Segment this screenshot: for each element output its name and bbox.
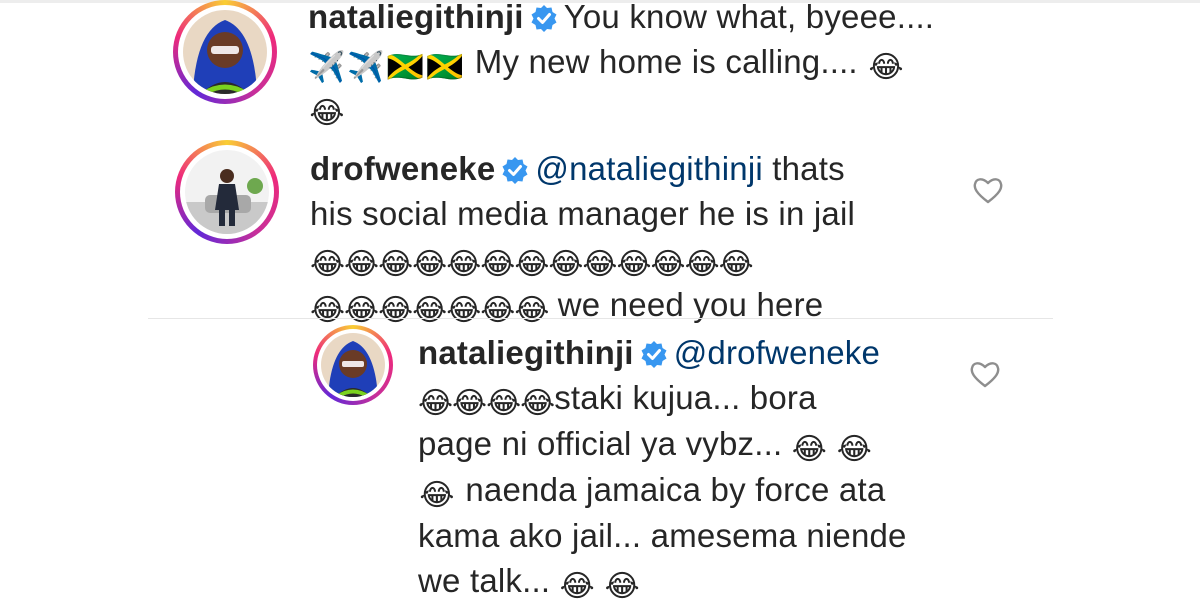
heart-icon[interactable] <box>970 360 1000 388</box>
avatar[interactable] <box>173 0 277 104</box>
comment-line: kama ako jail... amesema niende <box>418 517 907 554</box>
verified-badge-icon <box>641 341 667 368</box>
comment-line: naenda jamaica by force ata <box>465 471 886 508</box>
username[interactable]: nataliegithinji <box>308 0 524 35</box>
comment-line: You know what, byeee.... <box>563 0 935 35</box>
emoji-group: 😂 😂 <box>559 569 640 604</box>
comment-text: drofweneke @nataliegithinji thats his soc… <box>310 146 970 328</box>
reply-divider <box>148 318 1053 319</box>
emoji-group: 😂😂😂😂😂😂😂 <box>310 293 549 328</box>
comment-line: My new home is calling.... <box>474 43 858 80</box>
username[interactable]: nataliegithinji <box>418 334 634 371</box>
comment-line: staki kujua... bora <box>554 379 817 416</box>
comment-line: thats <box>772 150 845 187</box>
verified-badge-icon <box>502 157 528 184</box>
emoji-group: 😂😂😂😂😂😂😂😂😂😂😂😂😂 <box>310 247 754 282</box>
emoji-group: 😂 😂 <box>791 432 872 467</box>
emoji-group: 😂 <box>419 478 455 513</box>
emoji-group: ✈️✈️🇯🇲🇯🇲 <box>308 50 466 85</box>
comment-line: his social media manager he is in jail <box>310 195 856 232</box>
comment-text: nataliegithinji @drofweneke 😂😂😂😂staki kuj… <box>418 330 958 604</box>
username[interactable]: drofweneke <box>310 150 495 187</box>
heart-icon[interactable] <box>973 176 1003 204</box>
verified-badge-icon <box>531 5 557 32</box>
mention-link[interactable]: @drofweneke <box>674 334 880 371</box>
comment-text: nataliegithinji You know what, byeee.... … <box>308 0 968 131</box>
mention-link[interactable]: @nataliegithinji <box>535 150 763 187</box>
avatar[interactable] <box>313 325 393 405</box>
emoji-group: 😂 <box>868 50 904 85</box>
comment-line: we talk... <box>418 562 551 599</box>
comment-line: page ni official ya vybz... <box>418 425 783 462</box>
emoji-group: 😂 <box>309 96 345 131</box>
avatar[interactable] <box>175 140 279 244</box>
emoji-group: 😂😂😂😂 <box>418 386 555 421</box>
